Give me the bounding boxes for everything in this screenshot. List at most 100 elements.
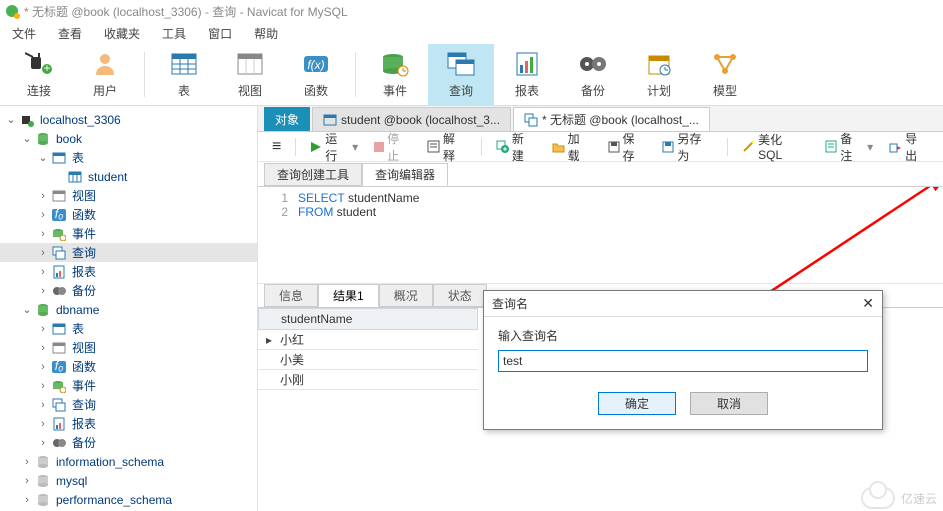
tree-node-函数[interactable]: ›f₀函数 [0, 357, 257, 376]
note-button[interactable]: 备注▾ [819, 128, 879, 166]
beautify-button[interactable]: 美化 SQL [736, 129, 815, 164]
new-button[interactable]: 新建 [490, 128, 542, 166]
ribbon-model[interactable]: 模型 [692, 44, 758, 105]
expand-icon[interactable]: ⌄ [4, 113, 18, 126]
explain-button[interactable]: 解释 [421, 128, 473, 166]
tree-label: book [52, 132, 82, 146]
tree-node-函数[interactable]: ›f₀函数 [0, 205, 257, 224]
tree-node-book[interactable]: ⌄ book [0, 129, 257, 148]
tree-node-报表[interactable]: ›报表 [0, 262, 257, 281]
expand-icon[interactable]: › [36, 190, 50, 202]
column-header[interactable]: studentName [258, 308, 478, 330]
expand-icon[interactable]: › [36, 228, 50, 240]
expand-icon[interactable]: › [36, 209, 50, 221]
ribbon-event[interactable]: 事件 [362, 44, 428, 105]
tab-query-builder[interactable]: 查询创建工具 [264, 163, 362, 186]
load-button[interactable]: 加载 [546, 128, 598, 166]
expand-icon[interactable]: ⌄ [36, 151, 50, 164]
ribbon-schedule[interactable]: 计划 [626, 44, 692, 105]
tree-node-localhost_3306[interactable]: ⌄localhost_3306 [0, 110, 257, 129]
ribbon-user[interactable]: 用户 [72, 44, 138, 105]
tree-node-查询[interactable]: ›查询 [0, 243, 257, 262]
saveas-button[interactable]: 另存为 [656, 128, 719, 166]
menu-help[interactable]: 帮助 [254, 25, 278, 42]
event-icon [380, 50, 410, 78]
ribbon-view[interactable]: 视图 [217, 44, 283, 105]
expand-icon[interactable]: › [36, 285, 50, 297]
expand-icon[interactable]: ⌄ [20, 132, 34, 145]
tree-node-student[interactable]: student [0, 167, 257, 186]
tree-node-视图[interactable]: ›视图 [0, 186, 257, 205]
tab-result1[interactable]: 结果1 [318, 284, 379, 307]
ribbon-fx[interactable]: f(x)函数 [283, 44, 349, 105]
ribbon-report[interactable]: 报表 [494, 44, 560, 105]
tree-label: 视图 [68, 339, 96, 356]
export-button[interactable]: 导出 [883, 128, 935, 166]
expand-icon[interactable]: › [20, 456, 34, 468]
ribbon-plug[interactable]: +连接 [6, 44, 72, 105]
tree-node-performance_schema[interactable]: ›performance_schema [0, 490, 257, 509]
query-name-input[interactable] [498, 350, 868, 372]
tab-query-editor[interactable]: 查询编辑器 [362, 163, 448, 186]
save-button[interactable]: 保存 [602, 128, 653, 166]
menu-window[interactable]: 窗口 [208, 25, 232, 42]
table-row[interactable]: 小刚 [258, 370, 478, 390]
table-row[interactable]: ▸小红 [258, 330, 478, 350]
menu-view[interactable]: 查看 [58, 25, 82, 42]
expand-icon[interactable]: › [36, 437, 50, 449]
tree-node-事件[interactable]: ›事件 [0, 224, 257, 243]
tree-label: 事件 [68, 377, 96, 394]
expand-icon[interactable]: › [36, 418, 50, 430]
ribbon-label: 模型 [713, 82, 737, 99]
expand-icon[interactable]: › [36, 399, 50, 411]
report-icon [512, 50, 542, 78]
tree-node-查询[interactable]: ›查询 [0, 395, 257, 414]
tree-node-视图[interactable]: › 视图 [0, 338, 257, 357]
cancel-button[interactable]: 取消 [690, 392, 768, 415]
ribbon-backup[interactable]: 备份 [560, 44, 626, 105]
expand-icon[interactable]: › [20, 475, 34, 487]
ribbon-query[interactable]: 查询 [428, 44, 494, 105]
expand-icon[interactable]: › [36, 380, 50, 392]
tree-node-表[interactable]: ⌄表 [0, 148, 257, 167]
tree-node-表[interactable]: ›表 [0, 319, 257, 338]
expand-icon[interactable]: › [36, 266, 50, 278]
backup-icon [578, 50, 608, 78]
tab-objects[interactable]: 对象 [264, 107, 310, 131]
tree-node-information_schema[interactable]: ›information_schema [0, 452, 257, 471]
ribbon-label: 查询 [449, 82, 473, 99]
expand-icon[interactable]: › [36, 342, 50, 354]
run-button[interactable]: 运行▾ [304, 128, 364, 166]
expand-icon[interactable]: › [36, 323, 50, 335]
expand-icon[interactable]: › [36, 247, 50, 259]
tab-profile[interactable]: 概况 [379, 284, 433, 307]
tree-node-dbname[interactable]: ⌄dbname [0, 300, 257, 319]
ribbon-label: 用户 [93, 82, 117, 99]
expand-icon[interactable]: › [36, 361, 50, 373]
close-icon[interactable]: ✕ [862, 295, 874, 312]
menu-favorites[interactable]: 收藏夹 [104, 25, 140, 42]
tab-info[interactable]: 信息 [264, 284, 318, 307]
tree-node-事件[interactable]: › 事件 [0, 376, 257, 395]
tree-node-备份[interactable]: ›备份 [0, 433, 257, 452]
db-on-icon [34, 303, 52, 317]
menu-tools[interactable]: 工具 [162, 25, 186, 42]
sql-identifier: student [337, 205, 376, 219]
tree-node-备份[interactable]: ›备份 [0, 281, 257, 300]
tree-node-mysql[interactable]: ›mysql [0, 471, 257, 490]
ok-button[interactable]: 确定 [598, 392, 676, 415]
sql-keyword: FROM [298, 205, 333, 219]
result-grid[interactable]: studentName ▸小红 小美 小刚 [258, 308, 478, 390]
tab-status[interactable]: 状态 [433, 284, 487, 307]
object-tree[interactable]: ⌄localhost_3306⌄book⌄表student›视图›f₀函数›事件… [0, 106, 258, 511]
event-icon [50, 379, 68, 393]
ribbon-table[interactable]: 表 [151, 44, 217, 105]
hamburger-button[interactable]: ≡ [266, 136, 287, 158]
table-row[interactable]: 小美 [258, 350, 478, 370]
db-on-icon [34, 132, 52, 146]
expand-icon[interactable]: ⌄ [20, 303, 34, 316]
menu-file[interactable]: 文件 [12, 25, 36, 42]
expand-icon[interactable]: › [20, 494, 34, 506]
tree-node-报表[interactable]: ›报表 [0, 414, 257, 433]
stop-button[interactable]: 停止 [368, 128, 417, 166]
